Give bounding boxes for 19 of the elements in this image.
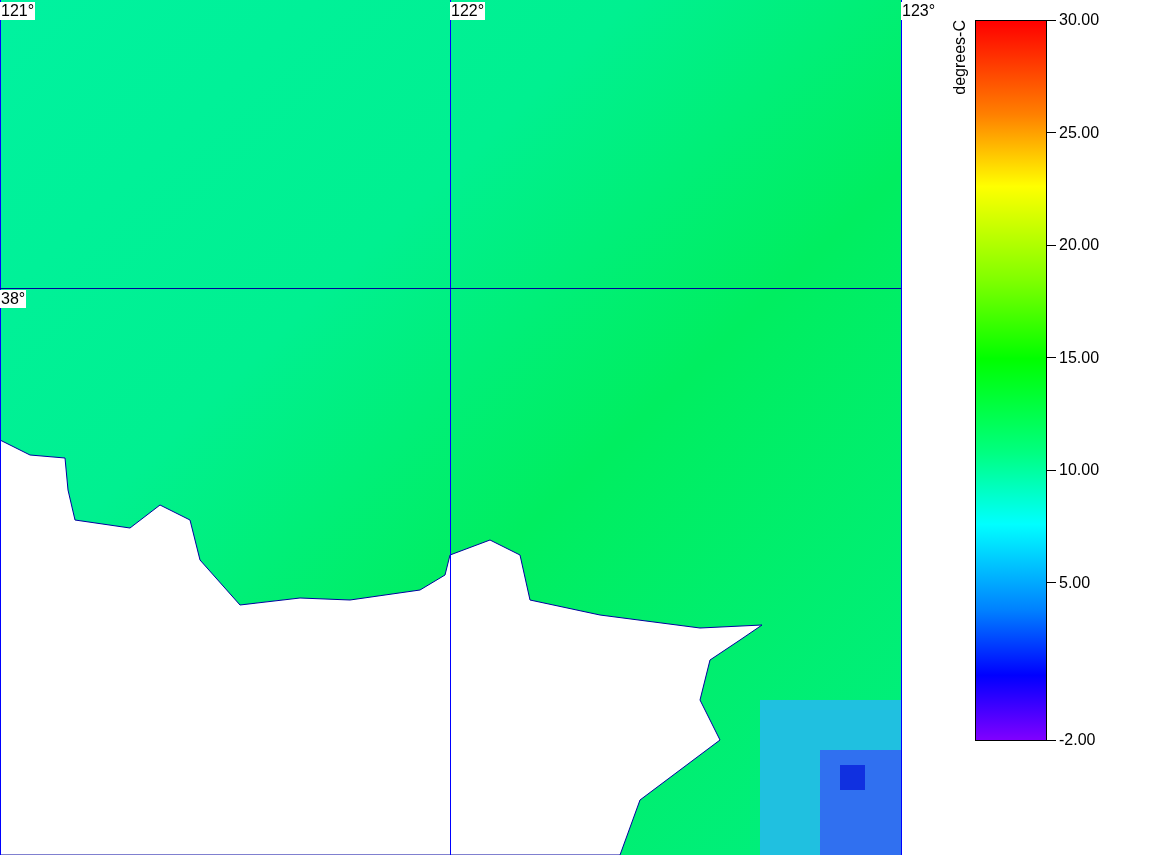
tick-label: 20.00 — [1059, 236, 1100, 254]
tick-label: 10.00 — [1059, 461, 1100, 479]
tick-label: 25.00 — [1059, 123, 1100, 142]
tick-label: 5.00 — [1059, 573, 1091, 592]
tick-label: -2.00 — [1059, 731, 1096, 749]
longitude-label: 121° — [0, 2, 36, 20]
tick-label: 30.00 — [1059, 11, 1100, 29]
longitude-label: 122° — [450, 2, 486, 20]
tick-label: 15.00 — [1059, 348, 1100, 367]
tick-mark — [1047, 132, 1056, 133]
tick-mark — [1047, 469, 1056, 471]
latitude-label: 38° — [0, 290, 27, 308]
longitude-label: 123° — [901, 2, 937, 20]
colorbar-title: degrees-C — [951, 20, 969, 95]
tick-mark — [1047, 19, 1056, 21]
tick-mark — [1047, 244, 1056, 246]
tick-mark — [1047, 739, 1056, 741]
tick-mark — [1047, 357, 1056, 358]
tick-mark — [1047, 582, 1056, 583]
